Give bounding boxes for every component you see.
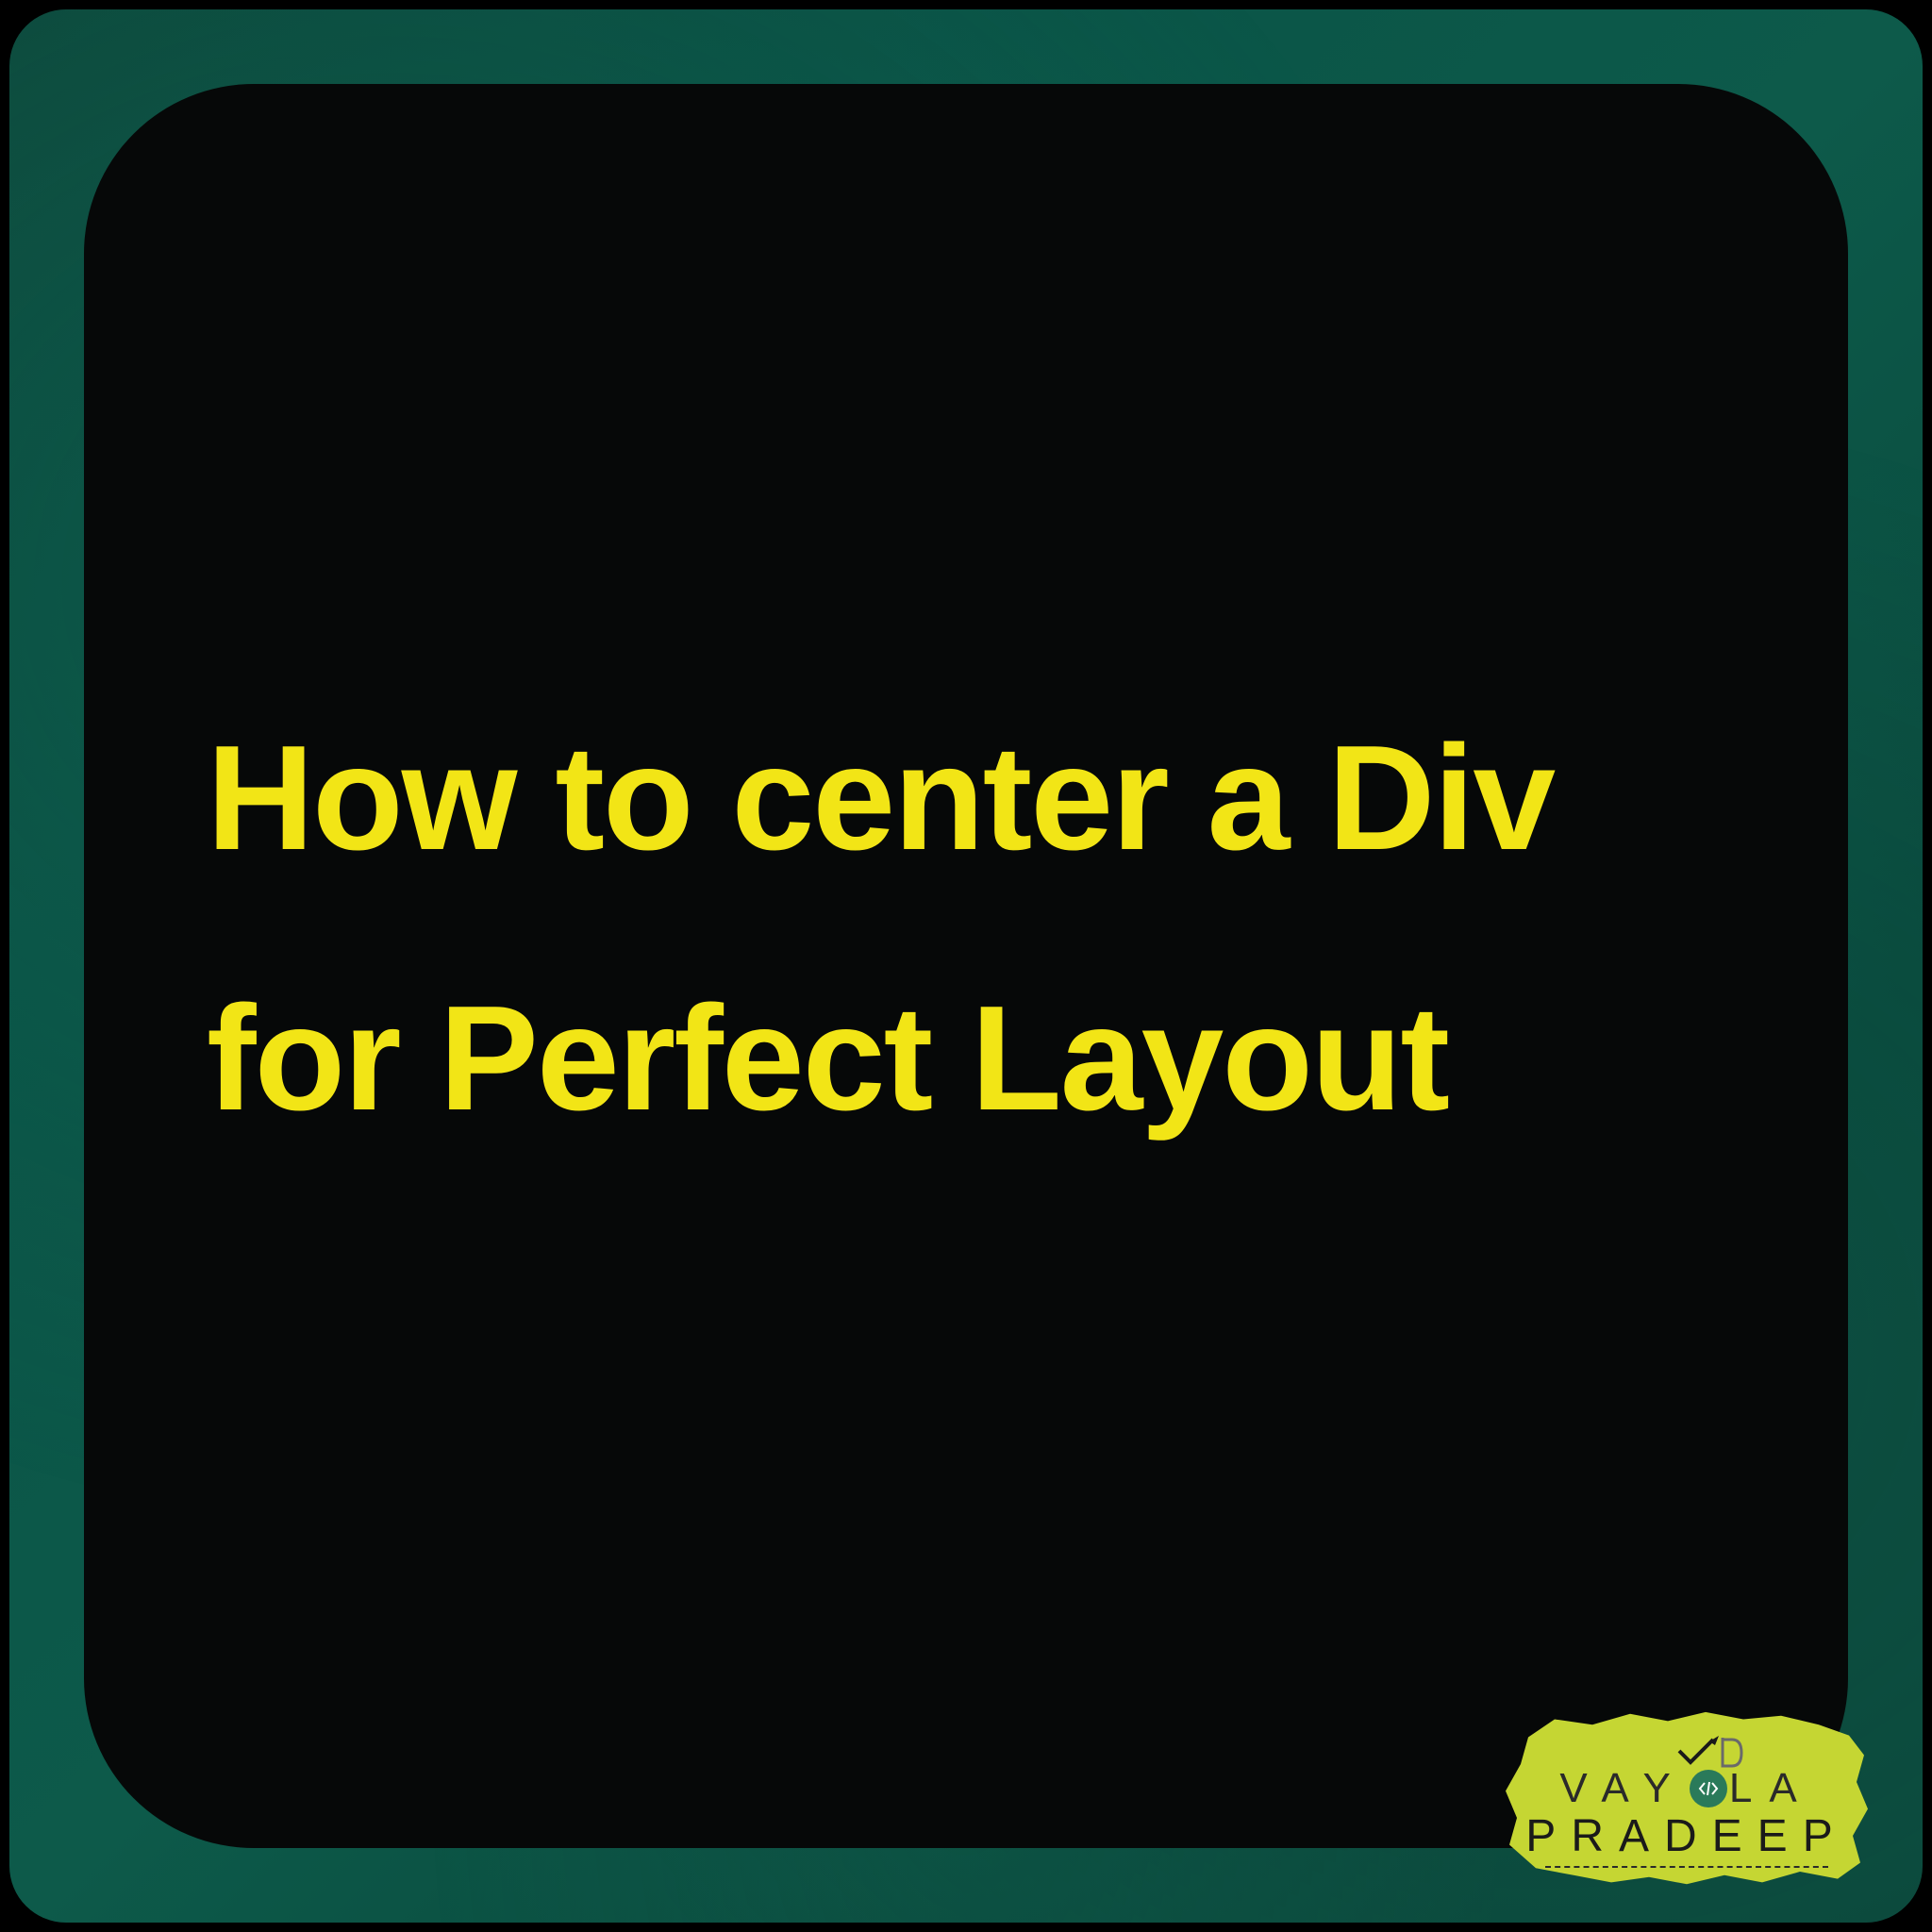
card-title: How to center a Div for Perfect Layout	[207, 668, 1725, 1190]
badge-shape: VAY LA PRADEEP	[1498, 1710, 1875, 1890]
badge-vp-icon	[1677, 1734, 1743, 1772]
badge-name-bottom: PRADEEP	[1525, 1810, 1847, 1862]
content-card: How to center a Div for Perfect Layout	[84, 84, 1848, 1848]
badge-text-part1: VAY	[1559, 1765, 1688, 1812]
badge-text-part2: LA	[1729, 1765, 1814, 1812]
badge-underline	[1545, 1866, 1828, 1868]
author-badge: VAY LA PRADEEP	[1498, 1706, 1875, 1894]
outer-frame: How to center a Div for Perfect Layout V…	[9, 9, 1923, 1923]
code-brackets-icon	[1690, 1770, 1727, 1807]
badge-name-top: VAY LA	[1559, 1765, 1813, 1812]
